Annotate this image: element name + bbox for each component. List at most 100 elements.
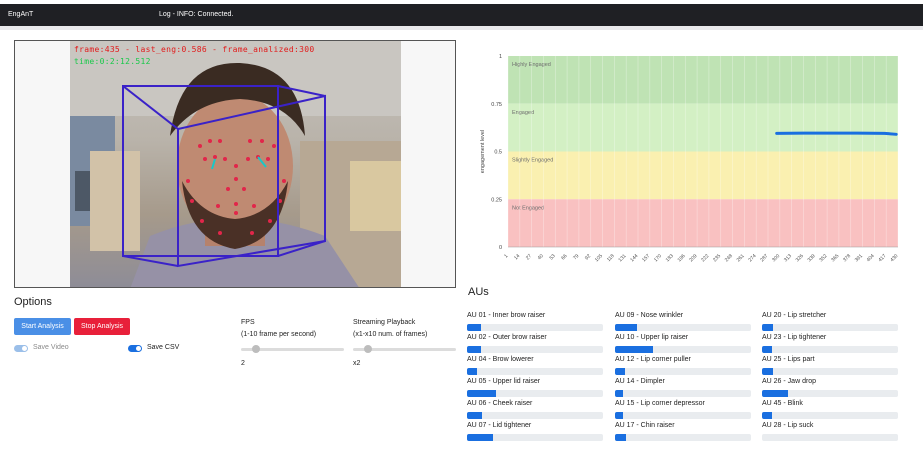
chart-x-tick-label: 404 (866, 253, 876, 263)
au-label: AU 10 - Upper lip raiser (615, 334, 689, 341)
chart-x-tick-label: 105 (594, 253, 604, 263)
top-navbar: EngAnT Log - INFO: Connected. (0, 4, 923, 26)
au-progress-fill (762, 324, 773, 331)
chart-series-line (775, 131, 898, 136)
au-progress-fill (615, 324, 637, 331)
fps-title: FPS (241, 319, 255, 326)
chart-x-tick-label: 27 (525, 253, 533, 261)
chart-band (508, 199, 898, 247)
au-item: AU 15 - Lip corner depressor (615, 400, 751, 419)
chart-x-tick-label: 53 (549, 253, 557, 261)
au-label: AU 07 - Lid tightener (467, 422, 532, 429)
au-progress-fill (615, 390, 624, 397)
au-progress-fill (762, 412, 772, 419)
au-label: AU 02 - Outer brow raiser (467, 334, 547, 341)
au-progress-track (762, 434, 898, 441)
au-progress-fill (615, 412, 624, 419)
au-label: AU 25 - Lips part (762, 356, 815, 363)
save-csv-toggle[interactable] (128, 345, 142, 352)
chart-y-tick-label: 0.5 (494, 150, 502, 156)
chart-x-tick-label: 430 (889, 253, 899, 263)
chart-band (508, 56, 898, 104)
chart-x-tick-label: 352 (818, 253, 828, 263)
au-label: AU 04 - Brow lowerer (467, 356, 534, 363)
au-label: AU 14 - Dimpler (615, 378, 665, 385)
au-progress-track (762, 412, 898, 419)
chart-x-tick-label: 14 (513, 253, 521, 261)
chart-x-tick-label: 157 (641, 253, 651, 263)
au-progress-fill (467, 412, 482, 419)
chart-band-label: Not Engaged (512, 205, 544, 211)
app-brand[interactable]: EngAnT (8, 11, 33, 18)
au-progress-track (762, 346, 898, 353)
chart-x-tick-label: 40 (537, 253, 545, 261)
au-progress-track (615, 324, 751, 331)
au-item: AU 07 - Lid tightener (467, 422, 603, 441)
playback-slider[interactable] (353, 345, 456, 353)
chart-x-tick-label: 339 (807, 253, 817, 263)
chart-y-axis-label: engagement level (480, 130, 486, 173)
au-progress-fill (615, 434, 626, 441)
chart-x-tick-label: 79 (572, 253, 580, 261)
fps-slider-handle[interactable] (252, 345, 260, 353)
chart-band (508, 151, 898, 200)
save-video-toggle[interactable] (14, 345, 28, 352)
chart-x-tick-label: 300 (771, 253, 781, 263)
au-progress-fill (615, 368, 625, 375)
au-progress-track (467, 434, 603, 441)
chart-y-tick-label: 0.75 (491, 102, 502, 108)
au-item: AU 45 - Blink (762, 400, 898, 419)
au-progress-fill (762, 390, 788, 397)
navbar-divider (0, 26, 923, 30)
chart-band (508, 103, 898, 152)
au-item: AU 02 - Outer brow raiser (467, 334, 603, 353)
au-label: AU 12 - Lip corner puller (615, 356, 691, 363)
chart-band-label: Slightly Engaged (512, 158, 553, 164)
au-item: AU 06 - Cheek raiser (467, 400, 603, 419)
au-item: AU 20 - Lip stretcher (762, 312, 898, 331)
fps-value: 2 (241, 360, 245, 367)
au-progress-track (615, 390, 751, 397)
chart-x-tick-label: 222 (700, 253, 710, 263)
au-progress-track (762, 390, 898, 397)
au-label: AU 06 - Cheek raiser (467, 400, 533, 407)
chart-x-tick-label: 287 (759, 253, 769, 263)
au-label: AU 05 - Upper lid raiser (467, 378, 541, 385)
chart-x-tick-label: 313 (783, 253, 793, 263)
au-progress-track (615, 368, 751, 375)
au-item: AU 23 - Lip tightener (762, 334, 898, 353)
start-analysis-button[interactable]: Start Analysis (14, 318, 71, 335)
au-label: AU 17 - Chin raiser (615, 422, 675, 429)
au-item: AU 28 - Lip suck (762, 422, 898, 441)
chart-x-tick-label: 118 (606, 253, 616, 263)
chart-x-tick-label: 326 (795, 253, 805, 263)
video-panel: frame:435 - last_eng:0.586 - frame_anali… (14, 40, 456, 288)
au-progress-track (467, 324, 603, 331)
chart-x-tick-label: 274 (747, 253, 757, 263)
chart-x-tick-label: 261 (736, 253, 746, 263)
playback-subtitle: (x1-x10 num. of frames) (353, 331, 428, 338)
chart-x-tick-label: 183 (665, 253, 675, 263)
chart-x-tick-label: 235 (712, 253, 722, 263)
time-overlay: time:0:2:12.512 (74, 57, 151, 66)
chart-x-tick-label: 66 (560, 253, 568, 261)
log-status: Log - INFO: Connected. (159, 11, 234, 18)
au-progress-track (467, 346, 603, 353)
chart-x-tick-label: 365 (830, 253, 840, 263)
stop-analysis-button[interactable]: Stop Analysis (74, 318, 130, 335)
au-progress-track (762, 324, 898, 331)
fps-slider[interactable] (241, 345, 344, 353)
au-label: AU 28 - Lip suck (762, 422, 814, 429)
au-progress-track (615, 346, 751, 353)
engagement-chart: Highly EngagedEngagedSlightly EngagedNot… (480, 54, 900, 263)
chart-x-tick-label: 170 (653, 253, 663, 263)
au-progress-fill (762, 346, 772, 353)
au-progress-fill (467, 390, 496, 397)
au-progress-track (615, 412, 751, 419)
au-item: AU 05 - Upper lid raiser (467, 378, 603, 397)
playback-slider-handle[interactable] (364, 345, 372, 353)
au-item: AU 09 - Nose wrinkler (615, 312, 751, 331)
au-item: AU 01 - Inner brow raiser (467, 312, 603, 331)
playback-value: x2 (353, 360, 361, 367)
au-label: AU 01 - Inner brow raiser (467, 312, 546, 319)
